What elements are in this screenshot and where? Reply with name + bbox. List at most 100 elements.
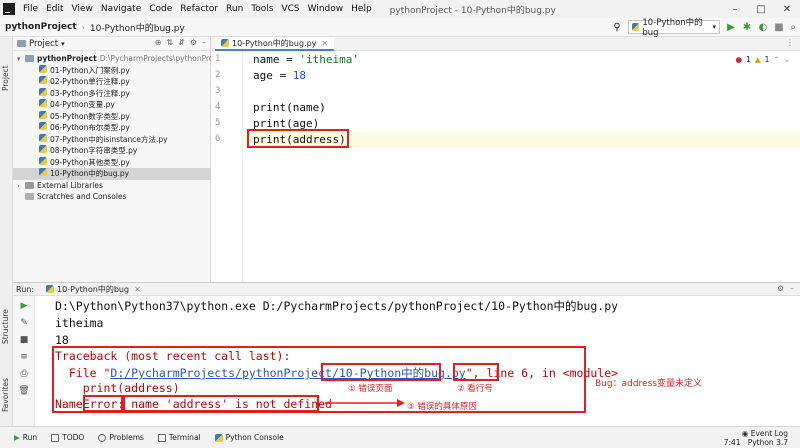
left-tool-strip: Project xyxy=(0,37,13,282)
chevron-up-icon[interactable]: ⌃ xyxy=(773,55,779,64)
run-tool-button[interactable]: ▶ Run xyxy=(14,433,37,442)
file-name: 10-Python中的bug.py xyxy=(50,169,130,178)
menu-navigate[interactable]: Navigate xyxy=(97,4,145,14)
coverage-icon[interactable]: ◐ xyxy=(756,20,770,34)
root-path: D:\PycharmProjects\pythonProject xyxy=(99,54,228,63)
chevron-down-icon[interactable]: ⌄ xyxy=(784,55,790,64)
project-panel-title[interactable]: Project xyxy=(29,39,58,49)
tree-file[interactable]: 09-Python其他类型.py xyxy=(13,156,210,169)
tree-file[interactable]: 06-Python布尔类型.py xyxy=(13,122,210,134)
menu-file[interactable]: File xyxy=(19,4,42,14)
rerun-icon[interactable]: ▶ xyxy=(17,299,31,313)
line-number: 4 xyxy=(215,102,221,112)
delete-icon[interactable]: 🗑 xyxy=(17,384,31,398)
editor-tab[interactable]: 10-Python中的bug.py ✕ xyxy=(215,37,335,51)
menu-edit[interactable]: Edit xyxy=(42,4,67,14)
structure-tool-tab[interactable]: Structure xyxy=(1,309,10,344)
line-number-gutter: 1 2 3 4 5 6 xyxy=(211,51,243,282)
terminal-tool-button[interactable]: Terminal xyxy=(157,433,201,442)
close-tab-icon[interactable]: ✕ xyxy=(321,39,328,48)
favorites-tool-tab[interactable]: Favorites xyxy=(1,378,10,412)
soft-wrap-icon[interactable]: ≡ xyxy=(17,350,31,364)
event-log-icon: ◉ xyxy=(741,429,751,438)
problems-icon xyxy=(98,433,107,442)
python-console-tool-button[interactable]: Python Console xyxy=(214,433,284,442)
code-editor[interactable]: ● 1 ▲ 1 ⌃ ⌄ name = 'itheima' age = 18 prin… xyxy=(243,51,800,282)
chevron-down-icon: ▾ xyxy=(61,39,65,48)
menu-refactor[interactable]: Refactor xyxy=(176,4,222,14)
run-configuration-label: 10-Python中的bug xyxy=(642,18,703,38)
wrench-icon[interactable]: ✎ xyxy=(17,316,31,330)
menu-view[interactable]: View xyxy=(68,4,97,14)
tree-file[interactable]: 07-Python中的isinstance方法.py xyxy=(13,133,210,146)
menu-tools[interactable]: Tools xyxy=(247,4,277,14)
tree-root[interactable]: ▾ pythonProject D:\PycharmProjects\pythonP… xyxy=(13,53,227,65)
menu-window[interactable]: Window xyxy=(304,4,348,14)
menu-code[interactable]: Code xyxy=(145,4,176,14)
run-tab[interactable]: 10-Python中的bug ✕ xyxy=(46,284,141,295)
tree-file[interactable]: 03-Python多行注释.py xyxy=(13,87,210,100)
tree-file-selected[interactable]: 10-Python中的bug.py xyxy=(13,168,210,180)
folder-icon xyxy=(17,40,26,47)
inspection-widget[interactable]: ● 1 ▲ 1 ⌃ ⌄ xyxy=(736,55,790,64)
tree-file[interactable]: 02-Python单行注释.py xyxy=(13,76,210,88)
console-output: 18 xyxy=(55,333,69,347)
tree-scratches[interactable]: Scratches and Consoles xyxy=(13,191,210,203)
run-label: Run: xyxy=(16,284,35,294)
run-icon[interactable]: ▶ xyxy=(724,20,738,34)
menu-run[interactable]: Run xyxy=(222,4,247,14)
python-file-icon xyxy=(39,64,47,73)
run-console[interactable]: D:\Python\Python37\python.exe D:/Pycharm… xyxy=(35,296,800,426)
expand-all-icon[interactable]: ⇅ xyxy=(166,38,173,47)
tree-file[interactable]: 01-Python入门案例.py xyxy=(13,64,210,77)
file-name: 08-Python字符串类型.py xyxy=(50,146,138,155)
gear-icon[interactable]: ⚙ xyxy=(777,284,784,293)
stop-icon[interactable]: ■ xyxy=(17,333,31,347)
tree-file[interactable]: 04-Python变量.py xyxy=(13,99,210,111)
external-libraries-label: External Libraries xyxy=(37,180,103,190)
number-literal: 18 xyxy=(292,69,306,82)
close-icon[interactable]: ✕ xyxy=(774,0,800,18)
console-output: itheima xyxy=(55,316,104,330)
line-number: 6 xyxy=(215,134,221,144)
error-count: 1 xyxy=(746,55,751,64)
event-log-button[interactable]: ◉ Event Log xyxy=(724,429,788,438)
run-configuration-select[interactable]: 10-Python中的bug ▾ xyxy=(628,18,720,38)
maximize-icon[interactable]: □ xyxy=(748,0,774,18)
user-icon[interactable]: ⚲ xyxy=(610,20,624,34)
gear-icon[interactable]: ⚙ xyxy=(190,38,197,47)
line-number-highlight-box xyxy=(453,363,499,381)
code-line-4: print(name) xyxy=(253,101,326,114)
tree-file[interactable]: 05-Python数字类型.py xyxy=(13,110,210,123)
menu-vcs[interactable]: VCS xyxy=(277,4,303,14)
debug-icon[interactable]: ✱ xyxy=(740,20,754,34)
annotation-bug-note: Bug：address变量未定义 xyxy=(595,379,702,389)
file-name-highlight-box xyxy=(321,363,441,381)
interpreter-label[interactable]: Python 3.7 xyxy=(748,438,788,447)
minimize-icon[interactable]: – xyxy=(722,0,748,18)
tree-external-libraries[interactable]: › External Libraries xyxy=(13,180,210,192)
python-file-icon xyxy=(39,87,47,96)
annotation-arrow-icon xyxy=(325,399,405,407)
breadcrumb-file[interactable]: 10-Python中的bug.py xyxy=(85,21,190,34)
collapse-all-icon[interactable]: ⇵ xyxy=(178,38,185,47)
hide-icon[interactable]: – xyxy=(202,38,206,47)
close-tab-icon[interactable]: ✕ xyxy=(134,285,141,294)
stop-icon[interactable]: ■ xyxy=(772,20,786,34)
search-icon[interactable]: ⌕ xyxy=(786,20,800,34)
project-tool-tab[interactable]: Project xyxy=(1,65,10,91)
todo-tool-button[interactable]: TODO xyxy=(51,433,84,442)
breadcrumb-project[interactable]: pythonProject xyxy=(0,22,82,32)
caret-position[interactable]: 7:41 xyxy=(724,438,741,447)
more-icon[interactable]: ⋮ xyxy=(786,38,794,47)
annotation-error-page: ① 错误页面 xyxy=(348,384,393,394)
annotation-error-reason: ③ 错误的具体原因 xyxy=(407,402,477,412)
hide-icon[interactable]: – xyxy=(790,284,794,293)
tree-file[interactable]: 08-Python字符串类型.py xyxy=(13,145,210,157)
pycharm-logo-icon xyxy=(3,3,15,15)
menu-help[interactable]: Help xyxy=(347,4,376,14)
code-line-2: age = 18 xyxy=(253,69,306,82)
print-icon[interactable]: ⎙ xyxy=(17,367,31,381)
locate-icon[interactable]: ⊕ xyxy=(155,38,162,47)
problems-tool-button[interactable]: Problems xyxy=(98,433,144,442)
